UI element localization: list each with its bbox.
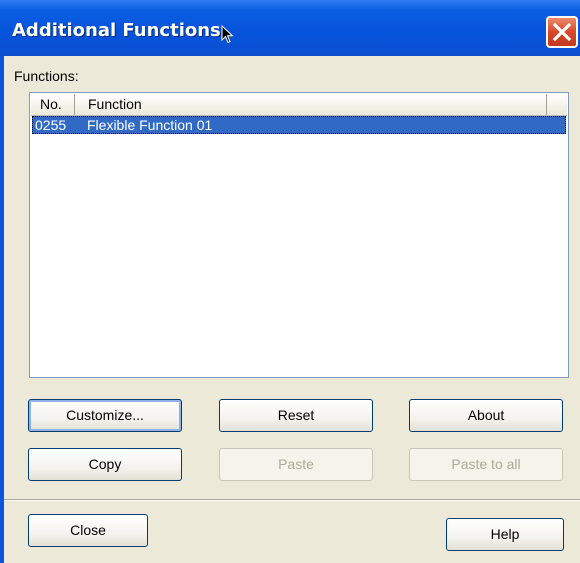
help-button[interactable]: Help: [446, 518, 564, 551]
list-header: No. Function: [31, 94, 567, 116]
close-window-button[interactable]: [546, 16, 578, 48]
dialog-client-area: Functions: No. Function 0255 Flexible Fu…: [4, 56, 580, 563]
paste-to-all-button[interactable]: Paste to all: [409, 448, 563, 481]
reset-button[interactable]: Reset: [219, 399, 373, 432]
separator: [4, 499, 580, 501]
functions-list[interactable]: No. Function 0255 Flexible Function 01: [29, 92, 569, 378]
window-title: Additional Functions: [12, 20, 221, 41]
mouse-cursor-icon: [221, 24, 235, 50]
paste-button[interactable]: Paste: [219, 448, 373, 481]
list-item-no: 0255: [35, 117, 67, 133]
title-bar[interactable]: Additional Functions: [0, 0, 580, 56]
column-header-no[interactable]: No.: [35, 94, 75, 115]
customize-button[interactable]: Customize...: [28, 399, 182, 432]
dialog-window: Additional Functions Functions: No. Func…: [0, 0, 580, 563]
list-item-function: Flexible Function 01: [87, 117, 213, 133]
close-icon: [552, 22, 572, 42]
about-button[interactable]: About: [409, 399, 563, 432]
copy-button[interactable]: Copy: [28, 448, 182, 481]
list-item[interactable]: 0255 Flexible Function 01: [32, 116, 566, 134]
close-button[interactable]: Close: [28, 514, 148, 547]
column-header-function[interactable]: Function: [79, 94, 547, 115]
functions-label: Functions:: [14, 68, 79, 84]
